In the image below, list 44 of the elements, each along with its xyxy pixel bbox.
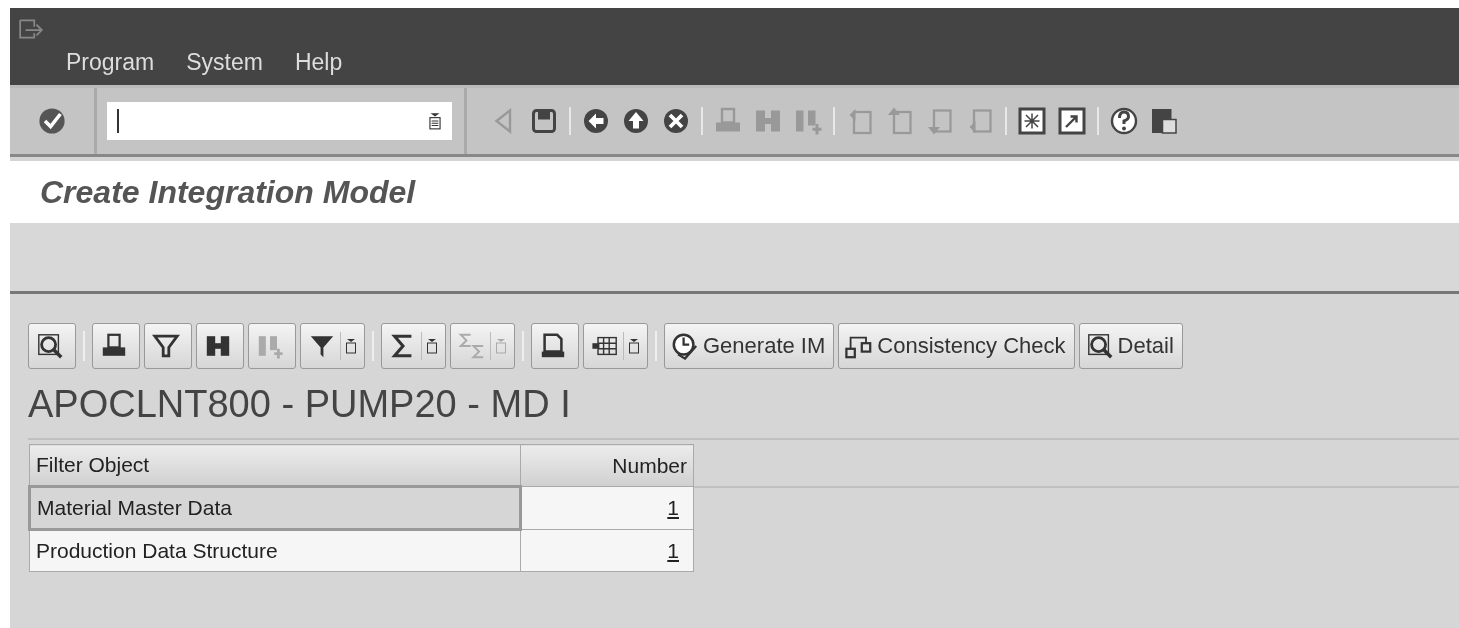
column-header[interactable]: Filter Object: [29, 444, 521, 487]
funnel-icon: [152, 332, 180, 360]
history-icon[interactable]: [428, 112, 442, 130]
table-cell[interactable]: Material Master Data: [29, 486, 521, 530]
page-icon: [539, 332, 567, 360]
enter-icon[interactable]: [38, 107, 66, 135]
toolbar-button[interactable]: [583, 323, 648, 369]
toolbar-button[interactable]: Detail: [1078, 323, 1183, 369]
toolbar-button[interactable]: Consistency Check: [838, 323, 1075, 369]
column-header[interactable]: Number: [520, 444, 694, 487]
clock-icon: [671, 332, 699, 360]
menu-item[interactable]: Program: [66, 49, 155, 76]
new-window-icon[interactable]: [1017, 106, 1047, 136]
dropdown-icon: [495, 337, 507, 355]
dropdown-icon: [628, 337, 640, 355]
toolbar-button[interactable]: [144, 323, 192, 369]
magnifier-icon: [1085, 332, 1114, 360]
number-link[interactable]: 1: [667, 496, 679, 519]
menu-item[interactable]: System: [186, 49, 263, 76]
save-icon[interactable]: [529, 106, 559, 136]
toolbar-button[interactable]: [381, 323, 446, 369]
command-field[interactable]: [107, 102, 452, 140]
menu-icon[interactable]: [18, 18, 44, 40]
number-link[interactable]: 1: [667, 538, 679, 562]
dropdown-icon: [426, 337, 438, 355]
toolbar-button[interactable]: Generate IM: [664, 323, 835, 369]
cancel-icon[interactable]: [661, 106, 691, 136]
toolbar-button[interactable]: [92, 323, 140, 369]
shortcut-icon[interactable]: [1057, 106, 1087, 136]
back-icon[interactable]: [581, 106, 611, 136]
list-title: APOCLNT800 - PUMP20 - MD I: [28, 382, 571, 426]
dropdown-icon: [345, 337, 357, 355]
toolbar-button[interactable]: [196, 323, 244, 369]
screen-title: Create Integration Model: [40, 173, 416, 211]
toolbar-button[interactable]: [300, 323, 365, 369]
layout-icon[interactable]: [1149, 106, 1179, 136]
menu-item[interactable]: Help: [294, 49, 343, 76]
table-cell[interactable]: Production Data Structure: [29, 529, 521, 572]
toolbar-button[interactable]: [531, 323, 579, 369]
exit-icon[interactable]: [621, 106, 651, 136]
toolbar-button[interactable]: [28, 323, 76, 369]
magnifier-icon: [36, 332, 64, 360]
subtotal-icon: [458, 332, 486, 360]
help-icon[interactable]: [1109, 106, 1139, 136]
